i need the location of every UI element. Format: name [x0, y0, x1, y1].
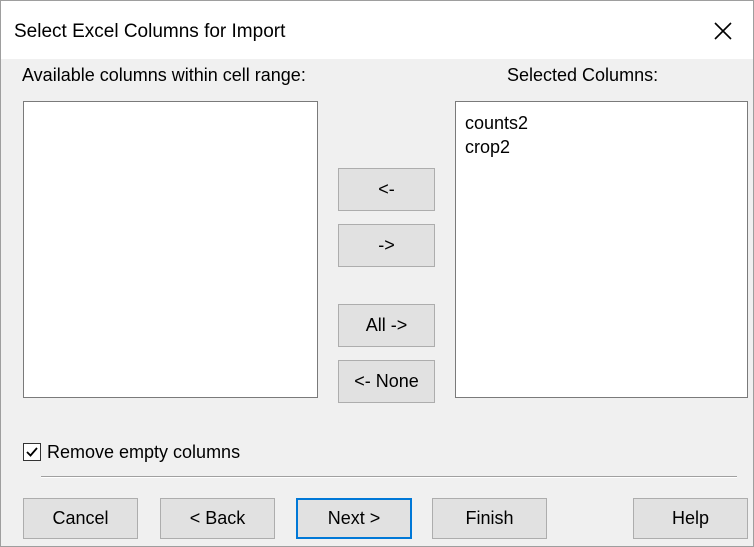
finish-button[interactable]: Finish	[432, 498, 547, 539]
close-icon	[714, 22, 732, 40]
list-item[interactable]: counts2	[456, 111, 747, 135]
close-button[interactable]	[703, 11, 743, 51]
add-all-button[interactable]: All ->	[338, 304, 435, 347]
separator	[41, 476, 737, 478]
cancel-button[interactable]: Cancel	[23, 498, 138, 539]
list-item[interactable]: crop2	[456, 135, 747, 159]
next-button[interactable]: Next >	[296, 498, 412, 539]
back-button[interactable]: < Back	[160, 498, 275, 539]
dialog-title: Select Excel Columns for Import	[14, 21, 286, 42]
title-bar: Select Excel Columns for Import	[1, 1, 753, 59]
select-columns-dialog: Select Excel Columns for Import Availabl…	[0, 0, 754, 547]
remove-all-button[interactable]: <- None	[338, 360, 435, 403]
selected-columns-label: Selected Columns:	[507, 65, 659, 85]
available-columns-label: Available columns within cell range:	[22, 65, 306, 85]
remove-empty-columns-label: Remove empty columns	[47, 442, 241, 462]
help-button[interactable]: Help	[633, 498, 748, 539]
checkmark-icon	[26, 447, 38, 457]
selected-columns-list[interactable]: counts2 crop2	[455, 101, 748, 398]
remove-empty-columns-checkbox[interactable]: Remove empty columns	[23, 441, 240, 463]
available-columns-list[interactable]	[23, 101, 318, 398]
checkbox-box[interactable]	[23, 443, 41, 461]
add-column-button[interactable]: ->	[338, 224, 435, 267]
remove-column-button[interactable]: <-	[338, 168, 435, 211]
